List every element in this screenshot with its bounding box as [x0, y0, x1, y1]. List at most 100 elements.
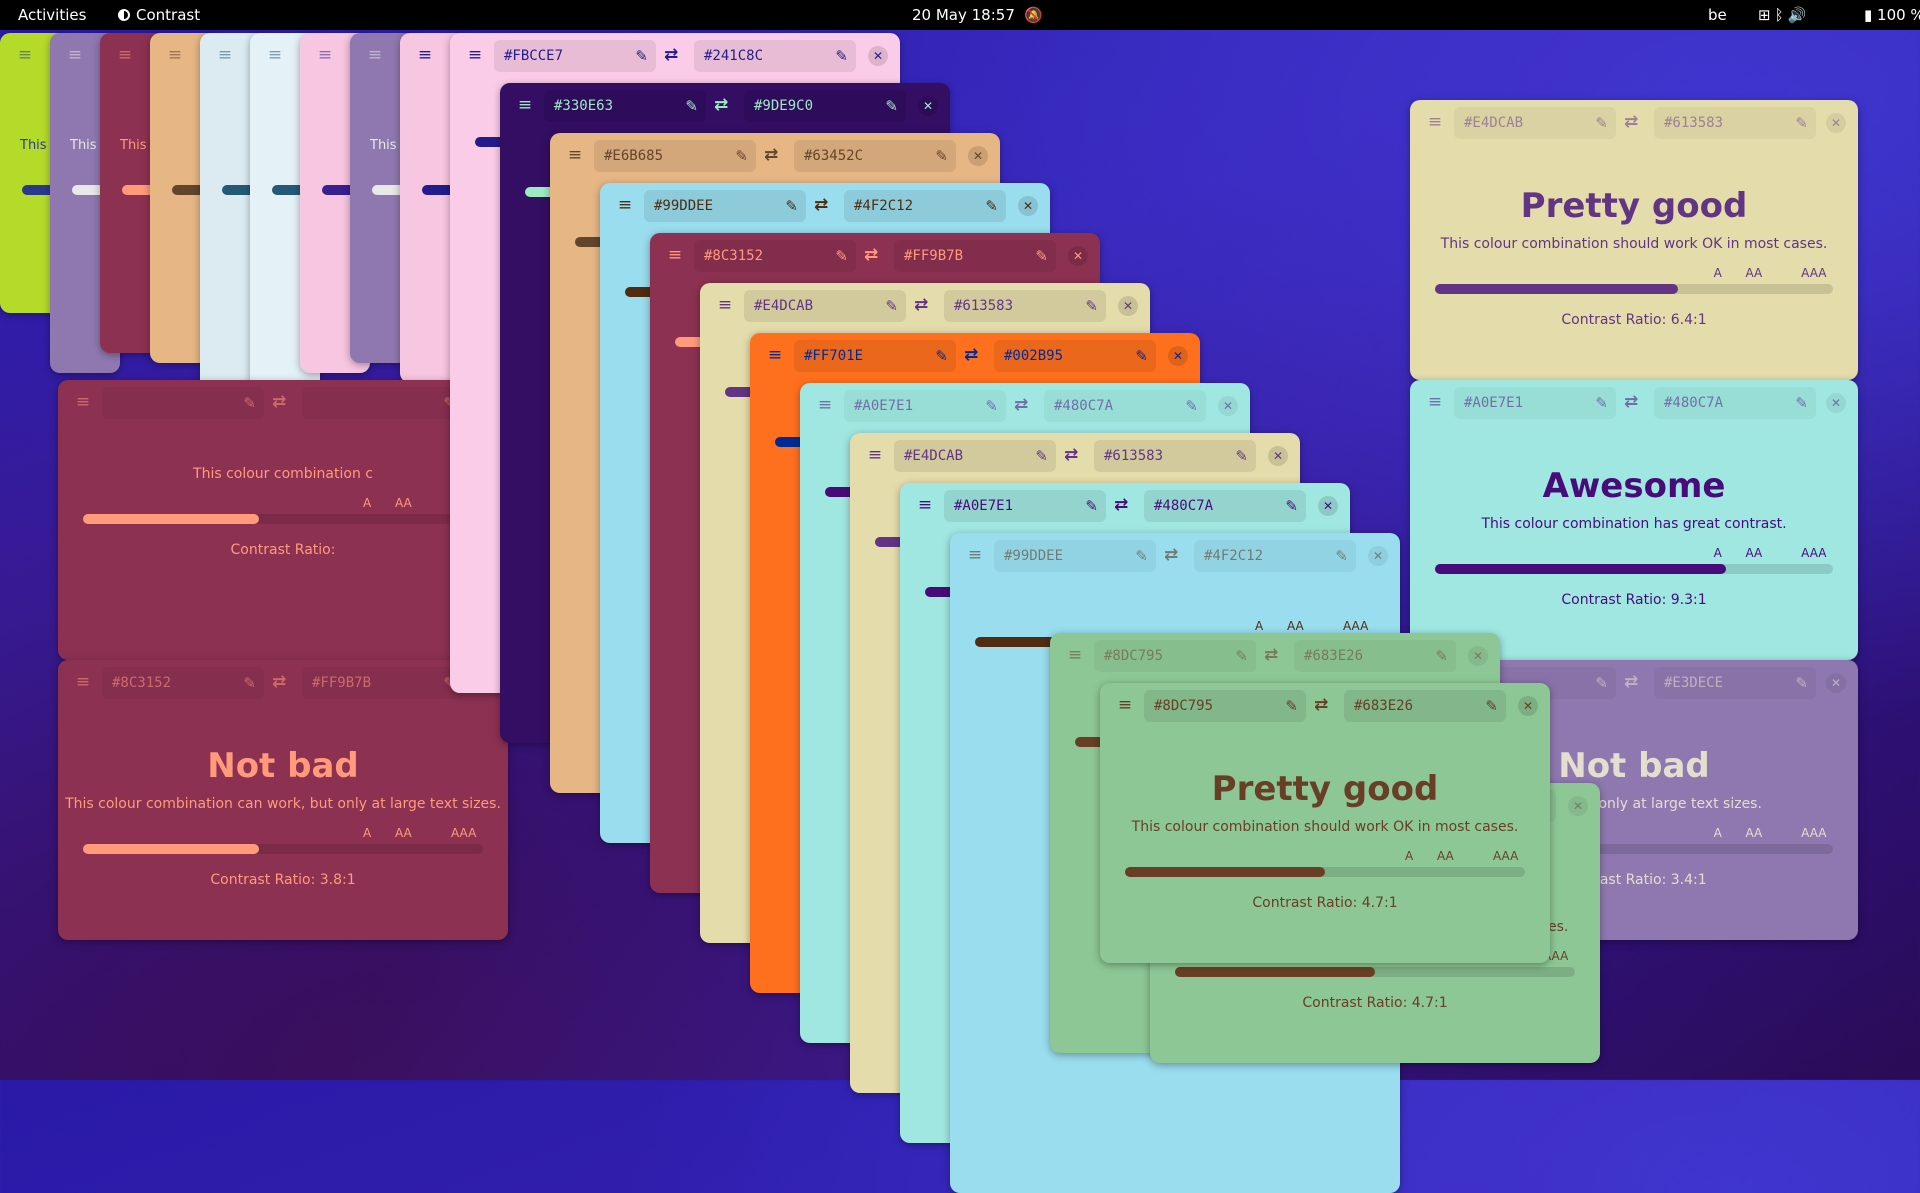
- swap-colors-icon[interactable]: ⇄: [914, 296, 928, 314]
- close-icon[interactable]: ✕: [1118, 296, 1138, 316]
- background-color-entry[interactable]: #FF9B7B ✎: [302, 667, 464, 699]
- hamburger-menu-icon[interactable]: ≡: [216, 46, 234, 64]
- hamburger-menu-icon[interactable]: ≡: [866, 446, 884, 464]
- color-picker-icon[interactable]: ✎: [885, 290, 898, 322]
- hamburger-menu-icon[interactable]: ≡: [416, 46, 434, 64]
- background-color-entry[interactable]: #4F2C12 ✎: [1194, 540, 1356, 572]
- background-color-entry[interactable]: #613583 ✎: [944, 290, 1106, 322]
- hamburger-menu-icon[interactable]: ≡: [366, 46, 384, 64]
- color-picker-icon[interactable]: ✎: [635, 40, 648, 72]
- background-color-entry[interactable]: #683E26 ✎: [1294, 640, 1456, 672]
- foreground-color-entry[interactable]: #8C3152 ✎: [102, 667, 264, 699]
- color-picker-icon[interactable]: ✎: [1795, 667, 1808, 699]
- foreground-color-entry[interactable]: #99DDEE ✎: [994, 540, 1156, 572]
- close-icon[interactable]: ✕: [1826, 113, 1846, 133]
- color-picker-icon[interactable]: ✎: [985, 390, 998, 422]
- swap-colors-icon[interactable]: ⇄: [272, 673, 286, 691]
- background-color-entry[interactable]: #FF9B7B ✎: [894, 240, 1056, 272]
- contrast-window[interactable]: ≡ #8C3152 ✎ ⇄ #FF9B7B ✎ ✕ Not bad This c…: [58, 660, 508, 940]
- hamburger-menu-icon[interactable]: ≡: [616, 196, 634, 214]
- battery-indicator[interactable]: ▮ 100 %: [1864, 0, 1920, 30]
- color-picker-icon[interactable]: ✎: [1085, 290, 1098, 322]
- color-picker-icon[interactable]: ✎: [1285, 690, 1298, 722]
- color-picker-icon[interactable]: ✎: [1595, 107, 1608, 139]
- foreground-color-entry[interactable]: #E4DCAB ✎: [1454, 107, 1616, 139]
- hamburger-menu-icon[interactable]: ≡: [966, 546, 984, 564]
- foreground-color-entry[interactable]: #FBCCE7 ✎: [494, 40, 656, 72]
- color-picker-icon[interactable]: ✎: [885, 90, 898, 122]
- color-picker-icon[interactable]: ✎: [1235, 640, 1248, 672]
- background-color-entry[interactable]: ✎: [302, 387, 464, 419]
- foreground-color-entry[interactable]: #330E63 ✎: [544, 90, 706, 122]
- hamburger-menu-icon[interactable]: ≡: [316, 46, 334, 64]
- color-picker-icon[interactable]: ✎: [243, 667, 256, 699]
- background-color-entry[interactable]: #480C7A ✎: [1144, 490, 1306, 522]
- close-icon[interactable]: ✕: [1018, 196, 1038, 216]
- foreground-color-entry[interactable]: #FF701E ✎: [794, 340, 956, 372]
- activities-button[interactable]: Activities: [18, 0, 86, 30]
- foreground-color-entry[interactable]: #8DC795 ✎: [1144, 690, 1306, 722]
- foreground-color-entry[interactable]: #E6B685 ✎: [594, 140, 756, 172]
- swap-colors-icon[interactable]: ⇄: [664, 46, 678, 64]
- color-picker-icon[interactable]: ✎: [243, 387, 256, 419]
- background-color-entry[interactable]: #683E26 ✎: [1344, 690, 1506, 722]
- system-status-menu[interactable]: ⊞ᛒ🔊: [1758, 0, 1810, 30]
- hamburger-menu-icon[interactable]: ≡: [466, 46, 484, 64]
- hamburger-menu-icon[interactable]: ≡: [66, 46, 84, 64]
- background-color-entry[interactable]: #480C7A ✎: [1044, 390, 1206, 422]
- color-picker-icon[interactable]: ✎: [1085, 490, 1098, 522]
- close-icon[interactable]: ✕: [1518, 696, 1538, 716]
- close-icon[interactable]: ✕: [1268, 446, 1288, 466]
- keyboard-layout-indicator[interactable]: be: [1708, 0, 1727, 30]
- background-color-entry[interactable]: #4F2C12 ✎: [844, 190, 1006, 222]
- foreground-color-entry[interactable]: #E4DCAB ✎: [744, 290, 906, 322]
- hamburger-menu-icon[interactable]: ≡: [716, 296, 734, 314]
- contrast-window[interactable]: ≡ #E4DCAB ✎ ⇄ #613583 ✎ ✕ Pretty good Th…: [1410, 100, 1858, 380]
- background-color-entry[interactable]: #63452C ✎: [794, 140, 956, 172]
- background-color-entry[interactable]: #613583 ✎: [1654, 107, 1816, 139]
- foreground-color-entry[interactable]: #A0E7E1 ✎: [1454, 387, 1616, 419]
- swap-colors-icon[interactable]: ⇄: [272, 393, 286, 411]
- hamburger-menu-icon[interactable]: ≡: [116, 46, 134, 64]
- hamburger-menu-icon[interactable]: ≡: [16, 46, 34, 64]
- swap-colors-icon[interactable]: ⇄: [1624, 393, 1638, 411]
- foreground-color-entry[interactable]: #E4DCAB ✎: [894, 440, 1056, 472]
- foreground-color-entry[interactable]: #8C3152 ✎: [694, 240, 856, 272]
- swap-colors-icon[interactable]: ⇄: [814, 196, 828, 214]
- close-icon[interactable]: ✕: [1568, 796, 1588, 816]
- hamburger-menu-icon[interactable]: ≡: [266, 46, 284, 64]
- color-picker-icon[interactable]: ✎: [785, 190, 798, 222]
- close-icon[interactable]: ✕: [1168, 346, 1188, 366]
- color-picker-icon[interactable]: ✎: [1285, 490, 1298, 522]
- background-color-entry[interactable]: #613583 ✎: [1094, 440, 1256, 472]
- color-picker-icon[interactable]: ✎: [835, 240, 848, 272]
- color-picker-icon[interactable]: ✎: [1435, 640, 1448, 672]
- swap-colors-icon[interactable]: ⇄: [1164, 546, 1178, 564]
- color-picker-icon[interactable]: ✎: [935, 340, 948, 372]
- app-menu[interactable]: Contrast: [118, 0, 200, 30]
- color-picker-icon[interactable]: ✎: [835, 40, 848, 72]
- foreground-color-entry[interactable]: ✎: [102, 387, 264, 419]
- contrast-window[interactable]: ≡ ✎ ⇄ ✎ ✕ This colour combination c A AA…: [58, 380, 508, 660]
- color-picker-icon[interactable]: ✎: [1235, 440, 1248, 472]
- hamburger-menu-icon[interactable]: ≡: [74, 393, 92, 411]
- color-picker-icon[interactable]: ✎: [1335, 540, 1348, 572]
- color-picker-icon[interactable]: ✎: [1035, 240, 1048, 272]
- background-color-entry[interactable]: #241C8C ✎: [694, 40, 856, 72]
- swap-colors-icon[interactable]: ⇄: [964, 346, 978, 364]
- swap-colors-icon[interactable]: ⇄: [1014, 396, 1028, 414]
- hamburger-menu-icon[interactable]: ≡: [516, 96, 534, 114]
- close-icon[interactable]: ✕: [1368, 546, 1388, 566]
- background-color-entry[interactable]: #9DE9C0 ✎: [744, 90, 906, 122]
- hamburger-menu-icon[interactable]: ≡: [1426, 113, 1444, 131]
- swap-colors-icon[interactable]: ⇄: [864, 246, 878, 264]
- hamburger-menu-icon[interactable]: ≡: [1426, 393, 1444, 411]
- hamburger-menu-icon[interactable]: ≡: [1116, 696, 1134, 714]
- color-picker-icon[interactable]: ✎: [1035, 440, 1048, 472]
- hamburger-menu-icon[interactable]: ≡: [74, 673, 92, 691]
- swap-colors-icon[interactable]: ⇄: [714, 96, 728, 114]
- color-picker-icon[interactable]: ✎: [1595, 667, 1608, 699]
- swap-colors-icon[interactable]: ⇄: [1624, 113, 1638, 131]
- background-color-entry[interactable]: #002B95 ✎: [994, 340, 1156, 372]
- close-icon[interactable]: ✕: [1826, 393, 1846, 413]
